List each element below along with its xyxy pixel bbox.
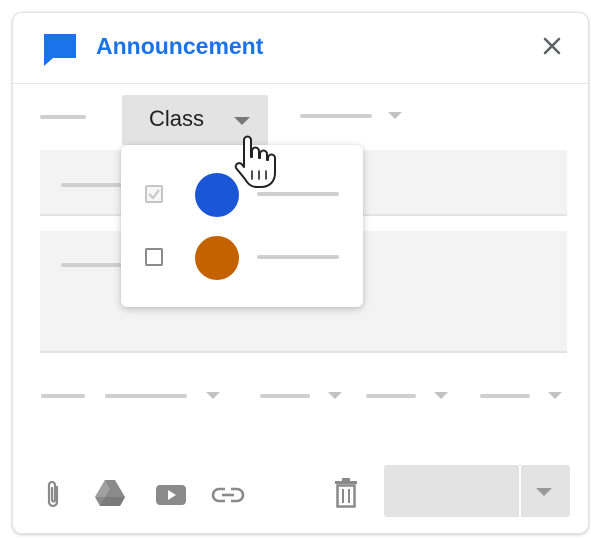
attach-icon[interactable] bbox=[35, 477, 71, 513]
hand-pointer-cursor-icon bbox=[233, 135, 277, 191]
chevron-down-icon bbox=[206, 392, 220, 399]
students-selector-placeholder[interactable] bbox=[300, 114, 372, 118]
chevron-down-icon bbox=[388, 112, 402, 119]
dialog-title: Announcement bbox=[96, 33, 264, 59]
option-placeholder[interactable] bbox=[366, 394, 416, 398]
class-option[interactable] bbox=[121, 232, 363, 282]
chevron-down-icon bbox=[548, 392, 562, 399]
dialog-header: Announcement bbox=[13, 13, 588, 84]
field-underline bbox=[40, 351, 567, 353]
chevron-down-icon[interactable] bbox=[536, 488, 552, 496]
class-color-dot bbox=[195, 236, 239, 280]
post-button-divider bbox=[519, 465, 521, 517]
link-icon[interactable] bbox=[210, 477, 246, 513]
announcement-icon bbox=[41, 31, 79, 69]
drive-icon[interactable] bbox=[92, 475, 128, 511]
youtube-icon[interactable] bbox=[153, 477, 189, 513]
announcement-dialog: Announcement Class bbox=[12, 12, 589, 534]
class-selector-label: Class bbox=[149, 106, 205, 131]
close-icon[interactable] bbox=[537, 31, 567, 61]
class-name-placeholder bbox=[257, 192, 339, 196]
option-placeholder bbox=[41, 394, 85, 398]
trash-icon[interactable] bbox=[328, 475, 364, 511]
for-label-placeholder bbox=[40, 115, 86, 119]
option-placeholder[interactable] bbox=[105, 394, 187, 398]
option-placeholder[interactable] bbox=[480, 394, 530, 398]
class-option-checkbox[interactable] bbox=[145, 248, 163, 266]
field-placeholder-line bbox=[61, 183, 121, 187]
chevron-down-icon bbox=[434, 392, 448, 399]
option-placeholder[interactable] bbox=[260, 394, 310, 398]
chevron-down-icon bbox=[328, 392, 342, 399]
class-name-placeholder bbox=[257, 255, 339, 259]
post-button[interactable] bbox=[384, 465, 570, 517]
field-placeholder-line bbox=[61, 263, 121, 267]
chevron-down-icon bbox=[234, 117, 250, 125]
class-option-checkbox[interactable] bbox=[145, 185, 163, 203]
